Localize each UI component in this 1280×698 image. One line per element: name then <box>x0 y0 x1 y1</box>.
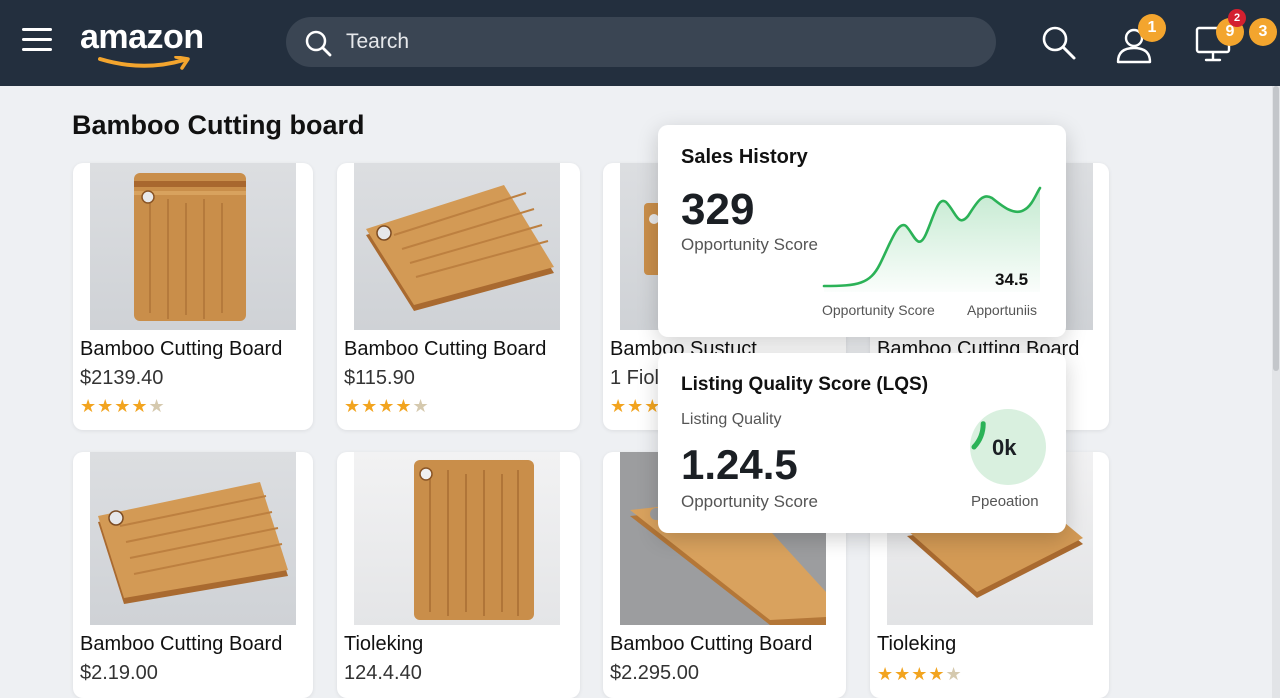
logo-text: amazon <box>80 18 204 56</box>
lqs-subtitle: Listing Quality <box>681 411 782 428</box>
chart-value: 34.5 <box>995 270 1029 289</box>
sales-history-value-label: Opportunity Score <box>681 235 819 254</box>
product-card[interactable]: Tioleking 124.4.40 <box>337 452 580 698</box>
sales-history-value: 329 <box>681 185 755 234</box>
page-title: Bamboo Cutting board <box>72 110 365 140</box>
product-price: $115.90 <box>344 367 415 389</box>
rating-stars: ★★★★★ <box>877 664 963 684</box>
product-title[interactable]: Bamboo Cutting Board <box>344 338 546 361</box>
product-image <box>90 452 296 625</box>
product-image <box>354 452 560 625</box>
notification-badge: 2 <box>1228 9 1246 27</box>
search-input[interactable] <box>346 27 966 57</box>
rating-stars: ★★★ <box>610 396 662 416</box>
product-title[interactable]: Bamboo Cutting Board <box>610 633 812 656</box>
lqs-value: 1.24.5 <box>681 441 798 488</box>
product-title[interactable]: Tioleking <box>877 633 956 656</box>
page-scrollbar[interactable] <box>1272 86 1280 698</box>
rating-stars: ★★★★★ <box>80 396 166 416</box>
product-card[interactable]: Bamboo Cutting Board $2139.40 ★★★★★ <box>73 163 313 430</box>
product-price: $2.19.00 <box>80 662 158 684</box>
rating-stars: ★★★★★ <box>344 396 430 416</box>
top-navigation-bar: amazon 1 9 2 3 <box>0 0 1280 86</box>
product-image <box>354 163 560 330</box>
sales-history-panel: Sales History 329 Opportunity Score 34.5… <box>658 125 1066 337</box>
amazon-logo[interactable]: amazon <box>80 18 220 70</box>
smile-arrow-icon <box>98 56 190 70</box>
lqs-gauge-label: Ppeoation <box>971 493 1039 510</box>
product-card[interactable]: Bamboo Cutting Board $115.90 ★★★★★ <box>337 163 580 430</box>
product-price: $2139.40 <box>80 367 164 389</box>
alerts-badge[interactable]: 3 <box>1249 18 1277 46</box>
product-title[interactable]: Tioleking <box>344 633 423 656</box>
search-icon[interactable] <box>304 29 332 57</box>
lqs-gauge-text: 0k <box>992 435 1017 460</box>
scrollbar-thumb[interactable] <box>1273 86 1279 371</box>
lqs-title: Listing Quality Score (LQS) <box>681 374 929 395</box>
search-icon[interactable] <box>1040 24 1078 62</box>
account-badge: 1 <box>1138 14 1166 42</box>
menu-icon[interactable] <box>22 28 52 52</box>
lqs-value-label: Opportunity Score <box>681 492 819 511</box>
lqs-panel: Listing Quality Score (LQS) Listing Qual… <box>658 353 1066 533</box>
search-bar[interactable] <box>286 17 996 67</box>
product-price: 124.4.40 <box>344 662 422 684</box>
product-title[interactable]: Bamboo Cutting Board <box>80 633 282 656</box>
product-title[interactable]: Bamboo Cutting Board <box>80 338 282 361</box>
chart-x-label-left: Opportunity Score <box>822 302 935 318</box>
product-price: $2.295.00 <box>610 662 699 684</box>
sales-history-title: Sales History <box>681 146 808 168</box>
product-image <box>90 163 296 330</box>
chart-x-label-right: Apportuniis <box>967 302 1038 318</box>
product-card[interactable]: Bamboo Cutting Board $2.19.00 <box>73 452 313 698</box>
